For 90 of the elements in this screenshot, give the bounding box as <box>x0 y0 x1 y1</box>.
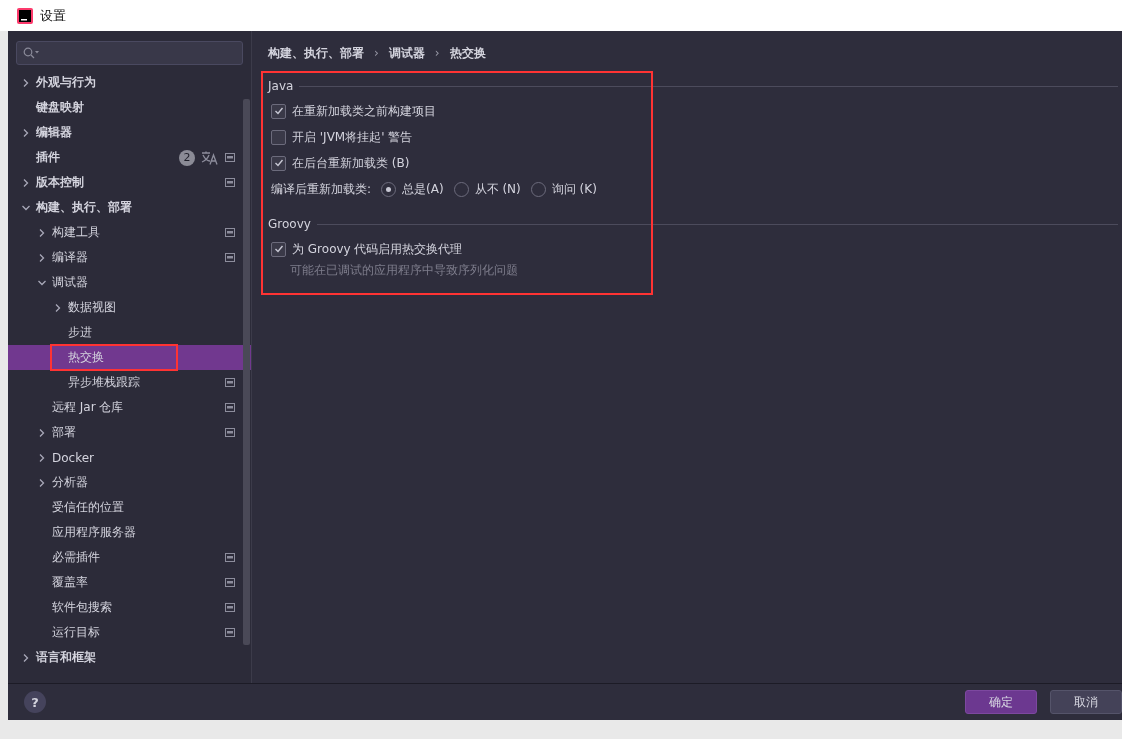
window-title: 设置 <box>40 6 66 25</box>
chevron-right-icon[interactable] <box>37 227 47 238</box>
tree-item[interactable]: 受信任的位置 <box>8 495 251 520</box>
tree-item[interactable]: 部署 <box>8 420 251 445</box>
tree-label: 调试器 <box>52 274 88 291</box>
tree-item[interactable]: 构建工具 <box>8 220 251 245</box>
tree-label: 版本控制 <box>36 174 84 191</box>
tree-label: 软件包搜索 <box>52 599 112 616</box>
tree-label: 异步堆栈跟踪 <box>68 374 140 391</box>
hint-text: 可能在已调试的应用程序中导致序列化问题 <box>289 262 519 279</box>
tree-label: 热交换 <box>52 346 176 369</box>
checkbox-label: 为 Groovy 代码启用热交换代理 <box>292 240 463 258</box>
checkbox-label: 在重新加载类之前构建项目 <box>292 102 436 120</box>
tree-label: 受信任的位置 <box>52 499 124 516</box>
tree-item[interactable]: 编辑器 <box>8 120 251 145</box>
cancel-button[interactable]: 取消 <box>1050 690 1122 714</box>
tree-item[interactable]: 数据视图 <box>8 295 251 320</box>
tree-label: 步进 <box>68 324 92 341</box>
chevron-right-icon[interactable] <box>21 127 31 138</box>
tree-label: 覆盖率 <box>52 574 88 591</box>
tree-item[interactable]: 构建、执行、部署 <box>8 195 251 220</box>
tree-label: 必需插件 <box>52 549 100 566</box>
tree-label: 外观与行为 <box>36 74 96 91</box>
tree-item[interactable]: 应用程序服务器 <box>8 520 251 545</box>
chevron-right-icon[interactable] <box>21 177 31 188</box>
tree-label: 应用程序服务器 <box>52 524 136 541</box>
tree-item[interactable]: 分析器 <box>8 470 251 495</box>
tree-label: Docker <box>52 449 95 467</box>
tree-label: 键盘映射 <box>36 99 84 116</box>
check-icon <box>273 158 284 168</box>
checkbox[interactable] <box>271 241 286 257</box>
help-button[interactable]: ? <box>24 691 46 713</box>
tree-item[interactable]: 编译器 <box>8 245 251 270</box>
tree-item[interactable]: 软件包搜索 <box>8 595 251 620</box>
tree-item[interactable]: 外观与行为 <box>8 70 251 95</box>
breadcrumb-item[interactable]: 调试器 <box>388 44 425 62</box>
chevron-right-icon[interactable] <box>21 77 31 88</box>
chevron-right-icon[interactable] <box>37 452 47 463</box>
tree-label: 远程 Jar 仓库 <box>52 399 124 416</box>
app-logo-icon <box>17 7 33 24</box>
radio-label: 询问 (K) <box>551 180 597 198</box>
radio-label: 从不 (N) <box>474 180 521 198</box>
chevron-right-icon[interactable] <box>53 302 63 313</box>
checkbox-label: 在后台重新加载类 (B) <box>292 154 410 172</box>
tree-label: 插件 <box>36 149 60 166</box>
tree-item[interactable]: 插件 2 <box>8 145 251 170</box>
chevron-right-icon[interactable] <box>37 427 47 438</box>
tree-item[interactable]: 步进 <box>8 320 251 345</box>
tree-label: 分析器 <box>52 474 88 491</box>
tree-item[interactable]: 必需插件 <box>8 545 251 570</box>
ok-button[interactable]: 确定 <box>965 690 1037 714</box>
chevron-right-icon[interactable] <box>37 252 47 263</box>
selected-tree-item[interactable]: 热交换 <box>8 345 251 370</box>
breadcrumb-item[interactable]: 构建、执行、部署 <box>268 44 364 62</box>
tree-item[interactable]: 远程 Jar 仓库 <box>8 395 251 420</box>
tree-label: 运行目标 <box>52 624 100 641</box>
checkbox[interactable] <box>271 103 286 119</box>
chevron-right-icon[interactable] <box>37 477 47 488</box>
tree-item[interactable]: Docker <box>8 445 251 470</box>
tree-label: 构建、执行、部署 <box>36 199 132 216</box>
search-field[interactable] <box>16 41 243 65</box>
radio-label: 总是(A) <box>402 180 444 198</box>
tree-item[interactable]: 语言和框架 <box>8 645 251 670</box>
breadcrumb-item[interactable]: 热交换 <box>449 44 486 62</box>
breadcrumb-separator: › <box>374 46 379 60</box>
check-icon <box>273 106 284 116</box>
section-title: Groovy <box>268 217 311 231</box>
tree-label: 语言和框架 <box>36 649 96 666</box>
search-icon <box>23 47 41 59</box>
check-icon <box>273 244 284 254</box>
tree-label: 数据视图 <box>68 299 116 316</box>
tree-item[interactable]: 覆盖率 <box>8 570 251 595</box>
tree-label: 编辑器 <box>36 124 72 141</box>
checkbox-label: 开启 'JVM将挂起' 警告 <box>292 128 413 146</box>
tree-label: 部署 <box>52 424 76 441</box>
chevron-right-icon[interactable] <box>21 652 31 663</box>
breadcrumb-separator: › <box>434 46 440 60</box>
tree-item[interactable]: 运行目标 <box>8 620 251 645</box>
tree-label: 编译器 <box>52 249 88 266</box>
radio-group-label: 编译后重新加载类: <box>271 180 372 198</box>
tree-item[interactable]: 版本控制 <box>8 170 251 195</box>
checkbox[interactable] <box>271 129 286 145</box>
checkbox[interactable] <box>271 155 286 171</box>
section-title: Java <box>268 79 294 93</box>
scrollbar[interactable] <box>243 99 250 645</box>
tree-label: 构建工具 <box>52 224 100 241</box>
tree-item[interactable]: 调试器 <box>8 270 251 295</box>
tree-item[interactable]: 异步堆栈跟踪 <box>8 370 251 395</box>
tree-item[interactable]: 键盘映射 <box>8 95 251 120</box>
count-badge: 2 <box>179 149 195 166</box>
